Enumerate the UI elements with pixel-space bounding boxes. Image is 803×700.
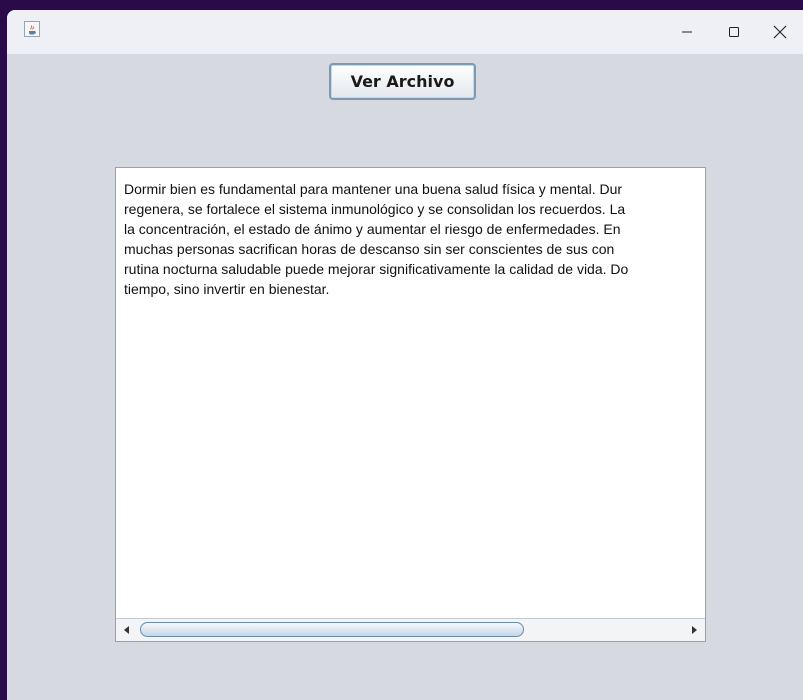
scroll-left-arrow-icon[interactable] — [120, 623, 134, 637]
text-scroll-pane: Dormir bien es fundamental para mantener… — [115, 167, 706, 642]
close-button[interactable] — [757, 10, 803, 54]
text-line: muchas personas sacrifican horas de desc… — [124, 241, 615, 257]
minimize-button[interactable] — [664, 10, 710, 54]
scrollbar-thumb[interactable] — [140, 622, 524, 637]
title-bar — [7, 10, 803, 54]
minimize-icon — [682, 31, 692, 33]
text-line: Dormir bien es fundamental para mantener… — [124, 181, 623, 197]
close-icon — [773, 25, 787, 39]
horizontal-scrollbar[interactable] — [116, 618, 705, 641]
scroll-right-arrow-icon[interactable] — [687, 623, 701, 637]
text-line: regenera, se fortalece el sistema inmuno… — [124, 201, 626, 217]
java-app-icon[interactable] — [24, 21, 40, 37]
ver-archivo-button[interactable]: Ver Archivo — [329, 63, 476, 100]
text-line: tiempo, sino invertir en bienestar. — [124, 281, 330, 297]
app-window: Ver Archivo Dormir bien es fundamental p… — [7, 10, 803, 700]
maximize-icon — [729, 27, 739, 37]
text-line: rutina nocturna saludable puede mejorar … — [124, 261, 629, 277]
maximize-button[interactable] — [711, 10, 757, 54]
text-area[interactable]: Dormir bien es fundamental para mantener… — [116, 168, 705, 619]
text-line: la concentración, el estado de ánimo y a… — [124, 221, 621, 237]
scrollbar-track[interactable] — [136, 622, 685, 637]
